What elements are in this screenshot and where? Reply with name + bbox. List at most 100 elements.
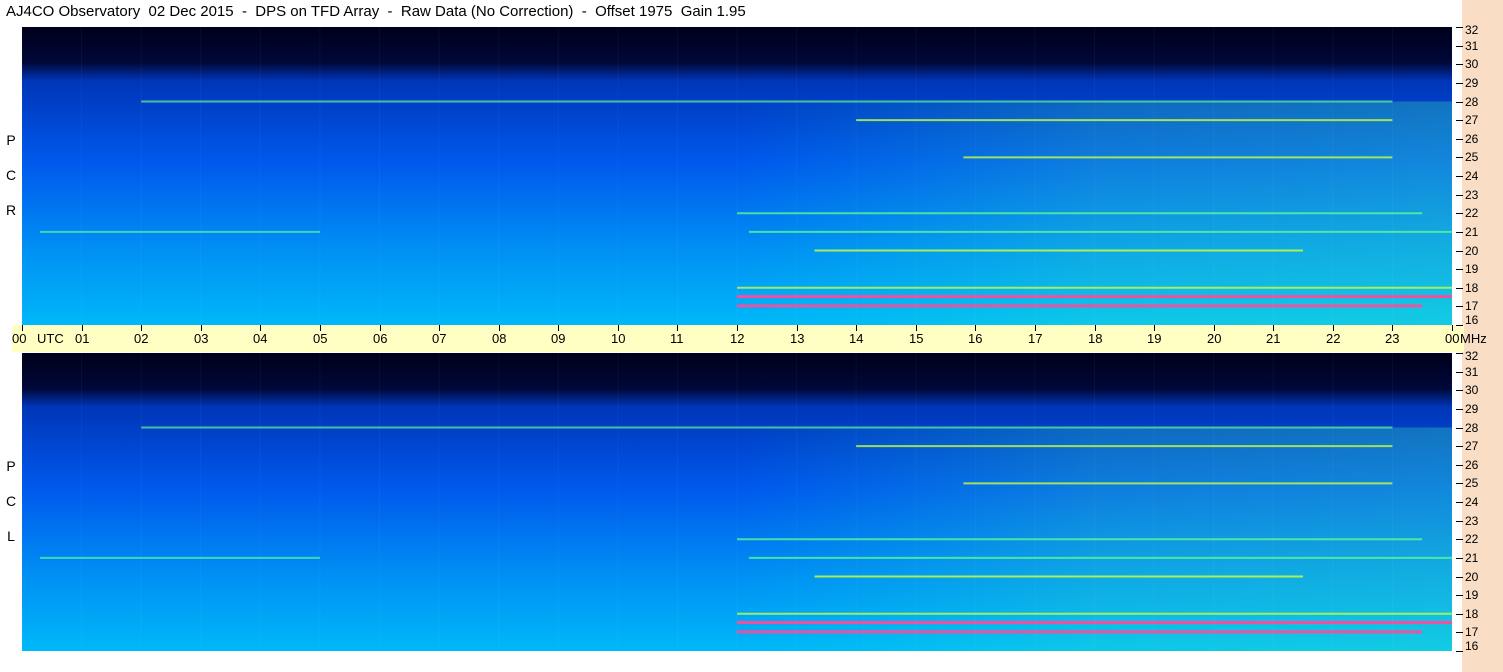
emission-band (748, 230, 1452, 233)
utc-tick-mark (856, 325, 857, 331)
frequency-tick-mark (1456, 539, 1463, 540)
utc-tick-label: 03 (194, 331, 209, 346)
utc-tick-mark (1154, 325, 1155, 331)
utc-tick-label: 11 (670, 331, 684, 346)
utc-tick-label: 07 (432, 331, 447, 346)
utc-tick-mark (439, 325, 440, 331)
utc-tick-label: 17 (1028, 331, 1043, 346)
frequency-tick-label: 31 (1465, 38, 1479, 53)
emission-band (856, 445, 1393, 448)
utc-tick-mark (558, 325, 559, 331)
utc-tick-label: 09 (551, 331, 566, 346)
frequency-tick-label: 30 (1465, 57, 1479, 72)
utc-tick-mark (260, 325, 261, 331)
frequency-tick-label: 21 (1465, 550, 1479, 565)
frequency-tick-label: 28 (1465, 94, 1479, 109)
lcp-letter-c: C (5, 493, 17, 509)
frequency-tick-mark (1456, 64, 1463, 65)
utc-tick-label: 08 (492, 331, 507, 346)
frequency-tick-mark (1456, 27, 1463, 28)
emission-band (856, 119, 1393, 122)
frequency-tick-label: 23 (1465, 187, 1479, 202)
utc-tick-mark (1214, 325, 1215, 331)
frequency-tick-mark (1456, 521, 1463, 522)
utc-tick-label: 12 (730, 331, 745, 346)
utc-tick-label: 00 (12, 331, 27, 346)
utc-tick-mark (22, 325, 23, 331)
frequency-tick-mark (1456, 372, 1463, 373)
rcp-letter-p: P (6, 132, 16, 148)
emission-band (737, 630, 1423, 634)
frequency-tick-label: 26 (1465, 131, 1479, 146)
frequency-tick-mark (1456, 614, 1463, 615)
lcp-spectrogram (22, 353, 1452, 651)
utc-tick-label: 21 (1266, 331, 1281, 346)
frequency-tick-mark (1456, 409, 1463, 410)
utc-tick-mark (916, 325, 917, 331)
utc-tick-label: 19 (1147, 331, 1162, 346)
utc-tick-label: 16 (968, 331, 983, 346)
frequency-tick-label: 29 (1465, 401, 1479, 416)
frequency-tick-label: 19 (1465, 262, 1479, 277)
utc-tick-label: 05 (313, 331, 328, 346)
utc-tick-mark (1452, 325, 1453, 331)
lcp-letter-l: L (7, 528, 15, 544)
lcp-letter-p: P (6, 458, 16, 474)
utc-tick-mark (1095, 325, 1096, 331)
utc-tick-label: UTC (37, 331, 64, 346)
frequency-tick-mark (1456, 102, 1463, 103)
utc-tick-mark (82, 325, 83, 331)
frequency-tick-label: 19 (1465, 588, 1479, 603)
utc-tick-mark (618, 325, 619, 331)
utc-tick-label: MHz (1460, 331, 1487, 346)
frequency-tick-label: 32 (1465, 23, 1479, 37)
frequency-tick-label: 23 (1465, 513, 1479, 528)
lcp-spectrogram-panel (22, 353, 1452, 651)
emission-band (963, 482, 1393, 485)
frequency-tick-label: 17 (1465, 625, 1479, 640)
emission-band (748, 556, 1452, 559)
chart-title: AJ4CO Observatory 02 Dec 2015 - DPS on T… (6, 3, 746, 20)
utc-tick-mark (201, 325, 202, 331)
frequency-tick-mark (1456, 651, 1463, 652)
frequency-tick-label: 24 (1465, 169, 1479, 183)
frequency-tick-mark (1456, 483, 1463, 484)
utc-tick-label: 10 (611, 331, 626, 346)
rcp-spectrogram (22, 27, 1452, 325)
utc-tick-label: 14 (849, 331, 864, 346)
utc-tick-label: 01 (75, 331, 90, 346)
frequency-tick-mark (1456, 251, 1463, 252)
frequency-tick-label: 21 (1465, 224, 1479, 239)
frequency-tick-label: 26 (1465, 457, 1479, 472)
emission-band (737, 304, 1423, 308)
frequency-tick-mark (1456, 120, 1463, 121)
frequency-tick-label: 16 (1465, 313, 1479, 327)
frequency-tick-label: 22 (1465, 532, 1479, 547)
frequency-tick-mark (1456, 195, 1463, 196)
utc-tick-mark (1333, 325, 1334, 331)
utc-tick-label: 02 (134, 331, 149, 346)
utc-tick-label: 22 (1326, 331, 1341, 346)
frequency-tick-label: 25 (1465, 476, 1479, 491)
utc-tick-mark (1392, 325, 1393, 331)
frequency-tick-label: 18 (1465, 606, 1479, 621)
utc-tick-label: 15 (909, 331, 924, 346)
frequency-tick-label: 22 (1465, 206, 1479, 221)
emission-band (814, 249, 1304, 252)
frequency-tick-label: 20 (1465, 569, 1479, 584)
frequency-tick-mark (1456, 139, 1463, 140)
utc-tick-label: 00 (1445, 331, 1460, 346)
rcp-spectrogram-panel (22, 27, 1452, 325)
frequency-tick-label: 17 (1465, 299, 1479, 314)
utc-tick-mark (737, 325, 738, 331)
utc-tick-mark (677, 325, 678, 331)
emission-band (737, 212, 1423, 215)
utc-tick-mark (1273, 325, 1274, 331)
utc-tick-label: 18 (1088, 331, 1103, 346)
frequency-tick-label: 31 (1465, 364, 1479, 379)
frequency-tick-label: 16 (1465, 639, 1479, 653)
frequency-tick-mark (1456, 632, 1463, 633)
frequency-tick-mark (1456, 353, 1463, 354)
frequency-tick-mark (1456, 502, 1463, 503)
utc-tick-mark (1035, 325, 1036, 331)
